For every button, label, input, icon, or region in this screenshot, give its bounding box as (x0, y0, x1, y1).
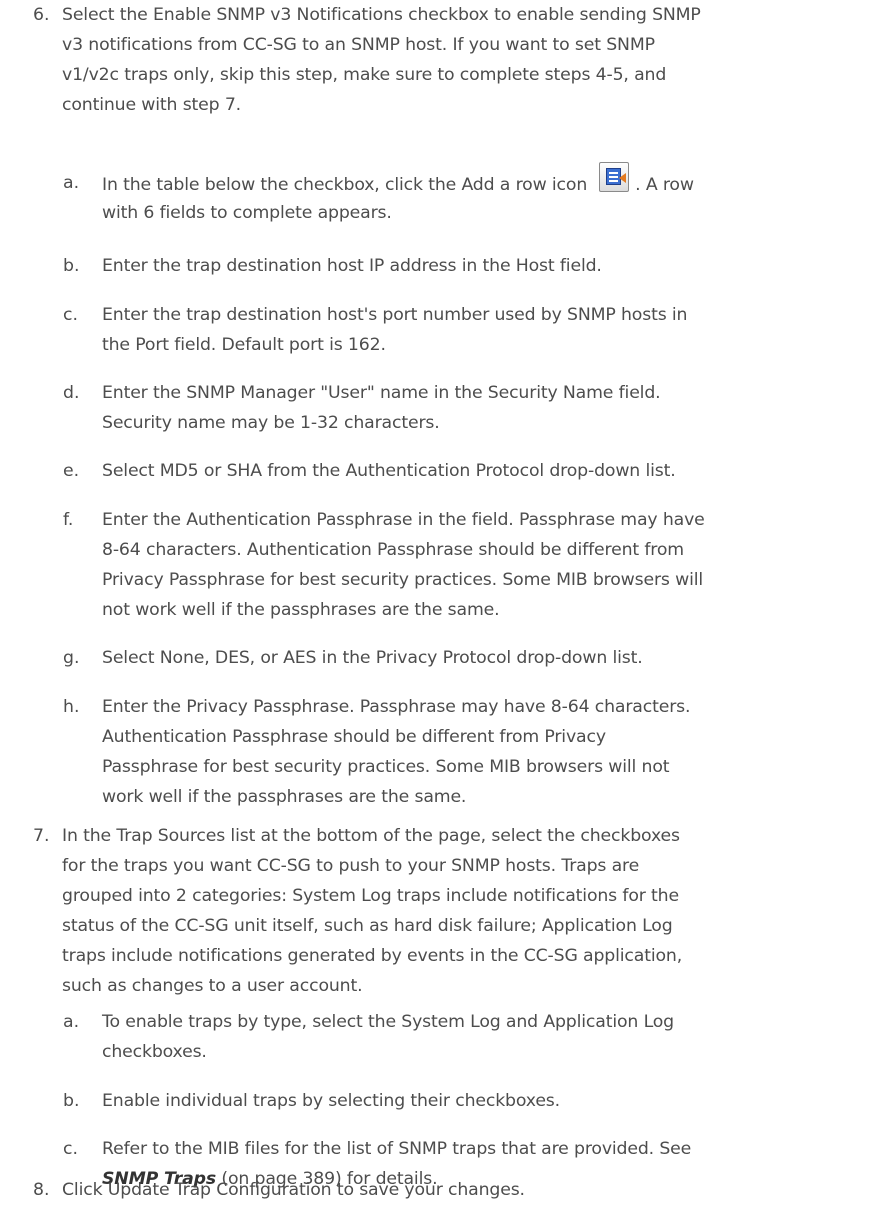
step-number: 8. (33, 1180, 50, 1200)
substep-letter: e. (63, 461, 80, 481)
substep-letter: a. (63, 173, 80, 193)
substep-6g-text: Select None, DES, or AES in the Privacy … (102, 643, 643, 673)
substep-6c-text: Enter the trap destination host's port n… (102, 300, 688, 360)
text-line: grouped into 2 categories: System Log tr… (62, 886, 679, 906)
substep-6d-text: Enter the SNMP Manager "User" name in th… (102, 378, 661, 438)
substep-letter: f. (63, 510, 74, 530)
substep-letter: h. (63, 697, 80, 717)
text-segment: In the table below the checkbox, click t… (102, 175, 588, 195)
step-7-text: In the Trap Sources list at the bottom o… (62, 821, 682, 1001)
text-line: Select MD5 or SHA from the Authenticatio… (102, 461, 676, 481)
text-line: for the traps you want CC-SG to push to … (62, 856, 640, 876)
text-line: continue with step 7. (62, 95, 242, 115)
substep-letter: b. (63, 256, 80, 276)
text-line: In the table below the checkbox, click t… (102, 162, 694, 198)
substep-letter: c. (63, 305, 78, 325)
text-line: such as changes to a user account. (62, 976, 363, 996)
text-line: Click Update Trap Configuration to save … (62, 1180, 525, 1200)
text-line: Select the Enable SNMP v3 Notifications … (62, 5, 701, 25)
text-line: Passphrase for best security practices. … (102, 757, 670, 777)
step-number: 7. (33, 826, 50, 846)
text-line: checkboxes. (102, 1042, 207, 1062)
text-line: In the Trap Sources list at the bottom o… (62, 826, 680, 846)
text-line: work well if the passphrases are the sam… (102, 787, 467, 807)
step-number: 6. (33, 5, 50, 25)
text-line: 8-64 characters. Authentication Passphra… (102, 540, 684, 560)
substep-6f-text: Enter the Authentication Passphrase in t… (102, 505, 705, 625)
text-line: Enter the trap destination host's port n… (102, 305, 688, 325)
text-line: not work well if the passphrases are the… (102, 600, 500, 620)
text-line: status of the CC-SG unit itself, such as… (62, 916, 673, 936)
substep-6b-text: Enter the trap destination host IP addre… (102, 251, 602, 281)
substep-6a-text: In the table below the checkbox, click t… (102, 162, 694, 228)
substep-letter: b. (63, 1091, 80, 1111)
text-segment: . A row (635, 175, 694, 195)
text-line: v1/v2c traps only, skip this step, make … (62, 65, 667, 85)
substep-6e-text: Select MD5 or SHA from the Authenticatio… (102, 456, 676, 486)
text-line: Enter the Authentication Passphrase in t… (102, 510, 705, 530)
substep-letter: a. (63, 1012, 80, 1032)
text-line: Refer to the MIB files for the list of S… (102, 1139, 692, 1159)
text-line: the Port field. Default port is 162. (102, 335, 386, 355)
substep-7a-text: To enable traps by type, select the Syst… (102, 1007, 674, 1067)
step-6-text: Select the Enable SNMP v3 Notifications … (62, 0, 701, 120)
text-line: Authentication Passphrase should be diff… (102, 727, 606, 747)
substep-letter: g. (63, 648, 80, 668)
substep-letter: c. (63, 1139, 78, 1159)
text-line: with 6 fields to complete appears. (102, 203, 392, 223)
text-line: Security name may be 1-32 characters. (102, 413, 440, 433)
text-line: To enable traps by type, select the Syst… (102, 1012, 674, 1032)
text-line: Enter the Privacy Passphrase. Passphrase… (102, 697, 691, 717)
text-line: Select None, DES, or AES in the Privacy … (102, 648, 643, 668)
text-line: v3 notifications from CC-SG to an SNMP h… (62, 35, 655, 55)
substep-6h-text: Enter the Privacy Passphrase. Passphrase… (102, 692, 691, 812)
add-row-icon (599, 162, 630, 192)
step-8-text: Click Update Trap Configuration to save … (62, 1175, 525, 1205)
text-line: Privacy Passphrase for best security pra… (102, 570, 704, 590)
text-line: Enter the trap destination host IP addre… (102, 256, 602, 276)
substep-letter: d. (63, 383, 80, 403)
text-line: traps include notifications generated by… (62, 946, 683, 966)
text-line: Enable individual traps by selecting the… (102, 1091, 560, 1111)
text-line: Enter the SNMP Manager "User" name in th… (102, 383, 661, 403)
substep-7b-text: Enable individual traps by selecting the… (102, 1086, 560, 1116)
